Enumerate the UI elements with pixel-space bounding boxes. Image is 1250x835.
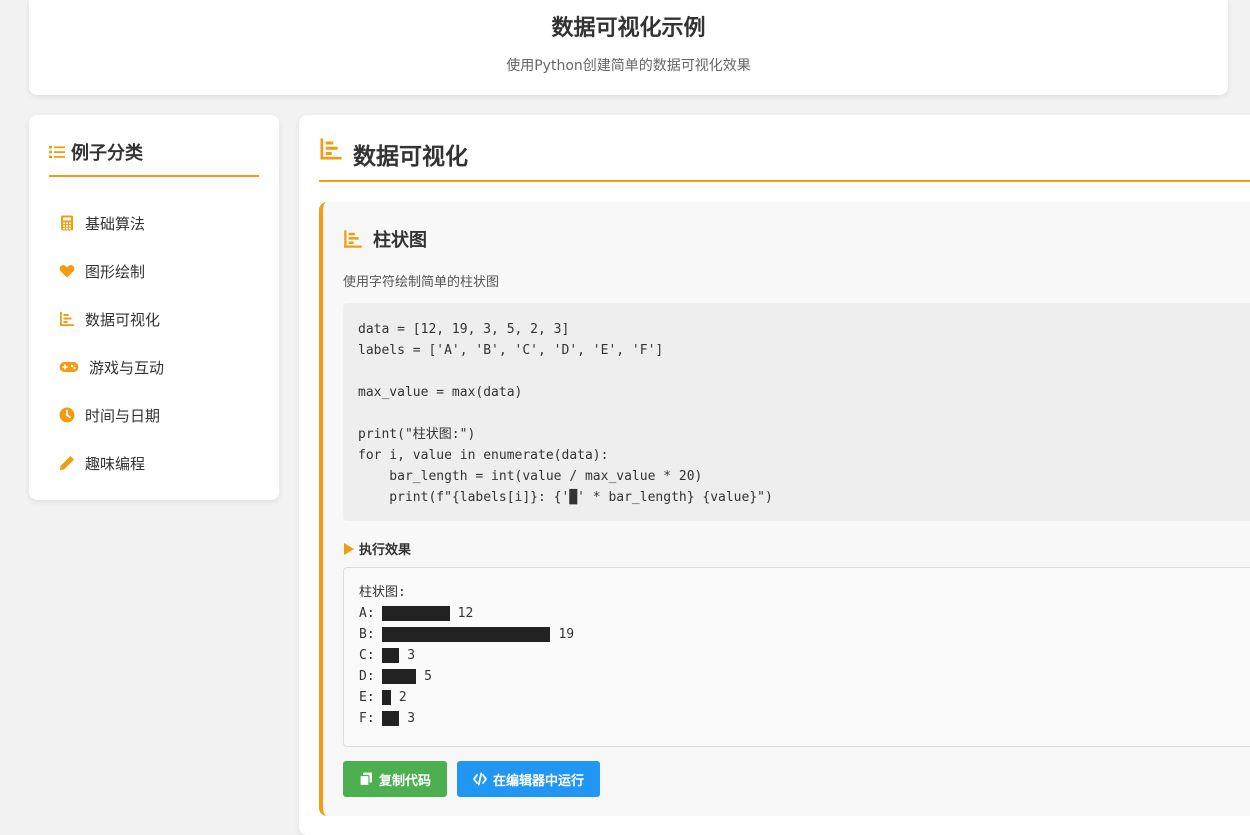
sidebar-item-fun-coding[interactable]: 趣味编程: [59, 439, 164, 487]
run-in-editor-label: 在编辑器中运行: [493, 773, 585, 789]
output-row-value: 5: [424, 669, 432, 684]
sidebar-item-data-visualization[interactable]: 数据可视化: [59, 295, 164, 343]
copy-code-label: 复制代码: [379, 773, 432, 789]
output-row-label: C: [359, 648, 367, 663]
output-row-value: 19: [558, 627, 575, 642]
output-bar: [382, 669, 417, 684]
output-row-label: E: [359, 690, 367, 705]
code-block[interactable]: data = [12, 19, 3, 5, 2, 3] labels = ['A…: [343, 303, 1250, 521]
output-heading: 柱状图:: [359, 585, 406, 600]
heart-icon: [59, 263, 75, 279]
sidebar-item-label: 时间与日期: [85, 406, 161, 425]
clock-icon: [59, 407, 75, 423]
sidebar-title-label: 例子分类: [71, 143, 143, 164]
output-row-separator: :: [366, 690, 383, 705]
page-header: 数据可视化示例 使用Python创建简单的数据可视化效果: [29, 0, 1228, 95]
output-row-separator: :: [366, 627, 383, 642]
sidebar-item-label: 数据可视化: [85, 310, 161, 329]
output-row-label: A: [359, 606, 367, 621]
output-row-value: 12: [457, 606, 474, 621]
chart-bar-icon: [59, 311, 75, 327]
sidebar-item-time-date[interactable]: 时间与日期: [59, 391, 164, 439]
output-label: 执行效果: [343, 539, 411, 558]
run-in-editor-button[interactable]: 在编辑器中运行: [457, 761, 601, 797]
output-label-text: 执行效果: [359, 543, 412, 558]
output-row: A: 12: [359, 603, 1247, 624]
section-title-label: 数据可视化: [353, 144, 468, 170]
example-title-label: 柱状图: [373, 230, 427, 251]
output-row-label: B: [359, 627, 367, 642]
copy-icon: [359, 772, 373, 786]
example-card: 柱状图 使用字符绘制简单的柱状图 data = [12, 19, 3, 5, 2…: [319, 202, 1250, 816]
output-row-separator: :: [366, 669, 383, 684]
output-row-label: F: [359, 711, 367, 726]
example-title: 柱状图: [343, 226, 427, 252]
output-row-value: 3: [407, 648, 416, 663]
sidebar-item-label: 图形绘制: [85, 262, 146, 281]
action-buttons: 复制代码 在编辑器中运行: [343, 761, 601, 797]
sidebar-item-games[interactable]: 游戏与互动: [59, 343, 164, 391]
sidebar-title: 例子分类: [49, 139, 259, 177]
output-bar: [382, 648, 400, 663]
gamepad-icon: [59, 359, 79, 375]
copy-code-button[interactable]: 复制代码: [343, 761, 448, 797]
output-row: B: 19: [359, 624, 1247, 645]
output-bar: [382, 606, 450, 621]
list-icon: [49, 144, 65, 160]
output-block: 柱状图: A: 12 B: 19 C: 3D: 5E: 2F: 3: [343, 567, 1250, 747]
example-description: 使用字符绘制简单的柱状图: [343, 275, 500, 290]
calculator-icon: [59, 215, 75, 231]
chart-bar-icon: [343, 229, 363, 249]
output-rows: A: 12 B: 19 C: 3D: 5E: 2F: 3: [359, 603, 1247, 729]
page-title: 数据可视化示例: [551, 16, 706, 41]
output-row: C: 3: [359, 645, 1247, 666]
sidebar-list: 基础算法 图形绘制 数据可视化 游戏与互动 时间与日期 趣味编程: [59, 199, 164, 487]
category-sidebar: 例子分类 基础算法 图形绘制 数据可视化 游戏与互动 时间与日期 趣味编程: [29, 115, 279, 500]
output-bar: [382, 627, 551, 642]
sidebar-item-label: 游戏与互动: [89, 358, 165, 377]
sidebar-item-label: 趣味编程: [85, 454, 146, 473]
section-title: 数据可视化: [319, 137, 1250, 182]
sidebar-item-basic-algorithms[interactable]: 基础算法: [59, 199, 164, 247]
output-row-value: 2: [398, 690, 407, 705]
sidebar-item-label: 基础算法: [85, 214, 146, 233]
chart-bar-icon: [319, 137, 343, 161]
sidebar-item-graphics[interactable]: 图形绘制: [59, 247, 164, 295]
output-row-separator: :: [366, 606, 383, 621]
output-bar: [382, 711, 400, 726]
main-content: 数据可视化 柱状图 使用字符绘制简单的柱状图 data = [12, 19, 3…: [299, 115, 1250, 835]
output-row: D: 5: [359, 666, 1247, 687]
output-row-value: 3: [407, 711, 416, 726]
output-bar: [382, 690, 391, 705]
page-subtitle: 使用Python创建简单的数据可视化效果: [506, 58, 751, 74]
output-row-separator: :: [366, 648, 383, 663]
output-row: E: 2: [359, 687, 1247, 708]
pencil-icon: [59, 455, 75, 471]
output-row-label: D: [359, 669, 367, 684]
output-row: F: 3: [359, 708, 1247, 729]
code-icon: [473, 772, 487, 786]
output-row-separator: :: [366, 711, 383, 726]
play-icon: [343, 542, 355, 555]
